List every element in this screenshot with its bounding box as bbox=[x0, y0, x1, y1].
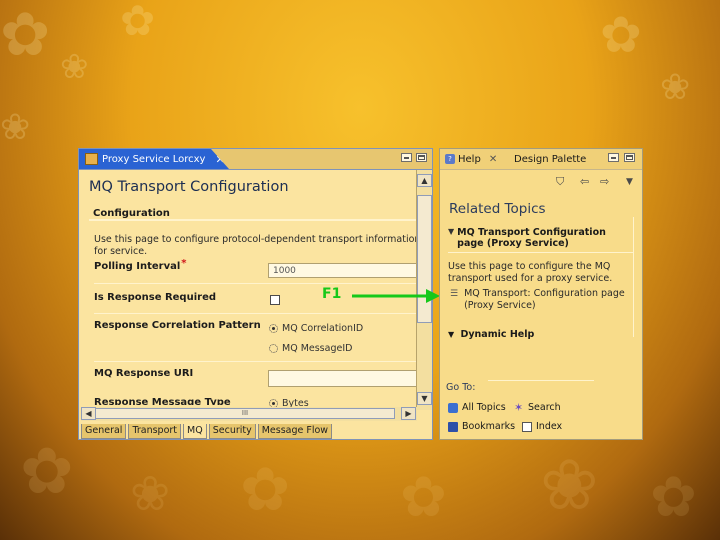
flower-decoration-icon: ✿ bbox=[400, 465, 447, 530]
goto-label: Go To: bbox=[446, 382, 476, 393]
horizontal-scrollbar[interactable]: ◀ III ▶ bbox=[81, 407, 417, 421]
section-header: Configuration bbox=[89, 205, 417, 221]
tab-help[interactable]: ? Help ✕ bbox=[445, 149, 497, 169]
search-link[interactable]: ✶ Search bbox=[514, 400, 561, 414]
minimize-icon[interactable] bbox=[608, 153, 619, 162]
flower-decoration-icon: ✿ bbox=[20, 435, 74, 509]
help-section-header[interactable]: ▼ MQ Transport Configuration page (Proxy… bbox=[448, 227, 634, 253]
response-uri-input[interactable] bbox=[268, 370, 418, 387]
collapse-icon: ▼ bbox=[448, 227, 455, 236]
proxy-service-icon bbox=[85, 153, 98, 165]
radio-selected-icon bbox=[269, 399, 278, 407]
close-tab-icon[interactable]: ✕ bbox=[215, 153, 224, 166]
response-uri-label: MQ Response URI bbox=[94, 368, 194, 379]
radio-selected-icon bbox=[269, 324, 278, 333]
topic-document-icon: ☰ bbox=[450, 289, 459, 299]
tab-mq[interactable]: MQ bbox=[183, 424, 207, 439]
editor-tab-label: Proxy Service Lorcxy bbox=[102, 153, 206, 165]
forward-icon[interactable]: ⇨ bbox=[600, 175, 609, 188]
view-menu-icon[interactable]: ▼ bbox=[626, 177, 633, 187]
tab-general[interactable]: General bbox=[81, 424, 127, 439]
flower-decoration-icon: ✿ bbox=[240, 455, 291, 525]
correlation-id-label: MQ CorrelationID bbox=[282, 323, 364, 334]
help-view: ? Help ✕ Design Palette ⛉ ⇦ ⇨ ▼ Related … bbox=[439, 148, 643, 440]
dynamic-help-header[interactable]: ▼ Dynamic Help bbox=[448, 329, 534, 340]
divider bbox=[488, 380, 594, 381]
scroll-up-icon[interactable]: ▲ bbox=[417, 174, 432, 187]
flower-decoration-icon: ✿ bbox=[0, 0, 51, 70]
correlation-pattern-label: Response Correlation Pattern bbox=[94, 320, 261, 331]
help-icon: ? bbox=[445, 154, 455, 164]
horizontal-scroll-thumb[interactable]: III bbox=[95, 408, 395, 419]
index-icon bbox=[522, 421, 532, 432]
flower-decoration-icon: ❀ bbox=[660, 67, 691, 108]
flower-decoration-icon: ❀ bbox=[60, 47, 89, 87]
minimize-icon[interactable] bbox=[401, 153, 412, 162]
editor-tabstrip: Proxy Service Lorcxy ✕ bbox=[79, 149, 432, 170]
close-tab-icon[interactable]: ✕ bbox=[489, 154, 497, 165]
help-topic-link-label: MQ Transport: Configuration page (Proxy … bbox=[464, 288, 625, 311]
maximize-icon[interactable] bbox=[624, 153, 635, 162]
polling-interval-input[interactable]: 1000 bbox=[268, 263, 418, 278]
flower-decoration-icon: ❀ bbox=[540, 444, 599, 526]
tab-transport[interactable]: Transport bbox=[128, 424, 182, 439]
tab-design-palette[interactable]: Design Palette bbox=[514, 149, 586, 169]
index-label: Index bbox=[536, 421, 563, 432]
dynamic-help-title: Dynamic Help bbox=[460, 329, 535, 340]
scroll-right-icon[interactable]: ▶ bbox=[401, 407, 416, 420]
required-marker: * bbox=[181, 258, 187, 269]
polling-interval-label: Polling Interval* bbox=[94, 258, 187, 272]
bytes-label: Bytes bbox=[282, 399, 309, 407]
divider bbox=[94, 361, 416, 362]
design-palette-tab-label: Design Palette bbox=[514, 153, 587, 165]
page-title: MQ Transport Configuration bbox=[89, 179, 289, 195]
scroll-left-icon[interactable]: ◀ bbox=[81, 407, 96, 420]
bytes-radio[interactable]: Bytes bbox=[269, 399, 309, 407]
response-required-label: Is Response Required bbox=[94, 292, 217, 303]
bookmarks-link[interactable]: Bookmarks bbox=[448, 421, 515, 432]
help-section-title: MQ Transport Configuration page (Proxy S… bbox=[457, 227, 606, 249]
bookmarks-label: Bookmarks bbox=[462, 421, 516, 432]
tab-message-flow[interactable]: Message Flow bbox=[257, 424, 333, 439]
help-topic-link[interactable]: ☰ MQ Transport: Configuration page (Prox… bbox=[450, 288, 634, 312]
editor-bottom-tabs: General Transport MQ Security Message Fl… bbox=[81, 424, 334, 439]
message-id-label: MQ MessageID bbox=[282, 343, 353, 354]
tab-security[interactable]: Security bbox=[208, 424, 256, 439]
response-message-type-label: Response Message Type bbox=[94, 397, 231, 405]
scroll-down-icon[interactable]: ▼ bbox=[417, 392, 432, 405]
collapse-icon: ▼ bbox=[448, 330, 455, 339]
radio-unselected-icon bbox=[269, 344, 278, 353]
related-topics-title: Related Topics bbox=[449, 201, 546, 217]
help-tabstrip: ? Help ✕ Design Palette bbox=[440, 149, 642, 170]
all-topics-icon bbox=[448, 402, 458, 413]
editor-tab[interactable]: Proxy Service Lorcxy ✕ bbox=[79, 149, 229, 169]
message-id-radio[interactable]: MQ MessageID bbox=[269, 343, 352, 354]
f1-key-annotation: F1 bbox=[322, 286, 342, 302]
correlation-id-radio[interactable]: MQ CorrelationID bbox=[269, 323, 363, 334]
bookmarks-icon bbox=[448, 421, 458, 432]
divider bbox=[94, 313, 416, 314]
search-icon: ✶ bbox=[514, 400, 524, 414]
page-description: Use this page to configure protocol-depe… bbox=[94, 234, 421, 257]
flower-decoration-icon: ❀ bbox=[0, 107, 31, 148]
index-link[interactable]: Index bbox=[522, 421, 562, 432]
response-required-checkbox[interactable] bbox=[270, 295, 280, 305]
arrow-annotation-icon bbox=[352, 289, 440, 303]
maximize-icon[interactable] bbox=[416, 153, 427, 162]
flower-decoration-icon: ✿ bbox=[600, 6, 642, 64]
flower-decoration-icon: ✿ bbox=[120, 0, 156, 45]
all-topics-label: All Topics bbox=[462, 402, 506, 413]
help-tab-label: Help bbox=[458, 153, 481, 165]
search-label: Search bbox=[528, 402, 561, 413]
all-topics-link[interactable]: All Topics bbox=[448, 402, 506, 413]
flower-decoration-icon: ✿ bbox=[650, 465, 697, 530]
back-icon[interactable]: ⇦ bbox=[580, 175, 589, 188]
divider bbox=[94, 283, 416, 284]
help-description: Use this page to configure the MQ transp… bbox=[448, 261, 613, 284]
flower-decoration-icon: ❀ bbox=[130, 466, 171, 522]
show-in-contents-icon[interactable]: ⛉ bbox=[556, 175, 564, 189]
